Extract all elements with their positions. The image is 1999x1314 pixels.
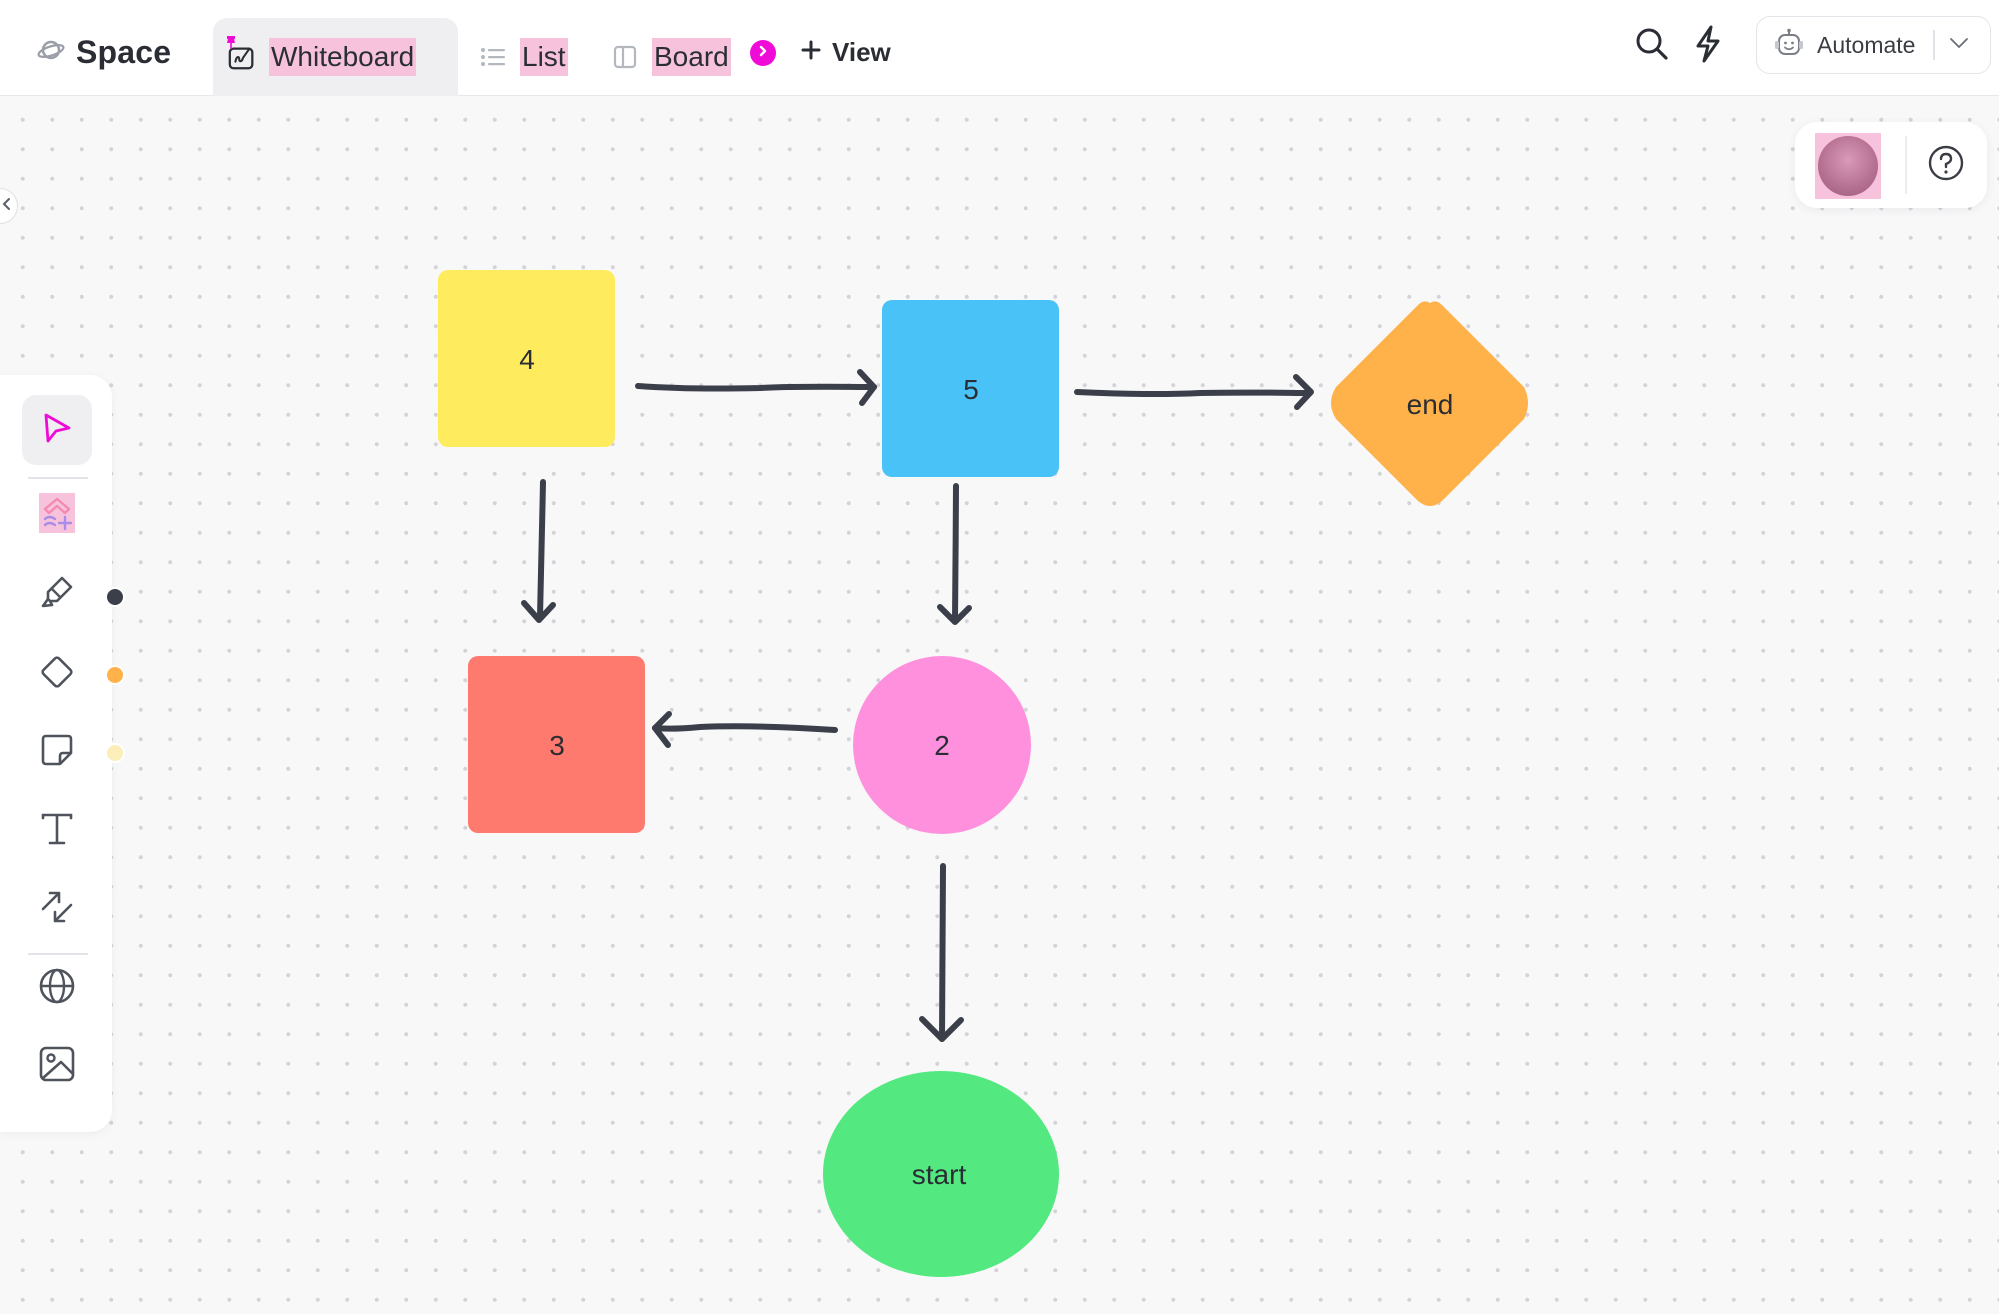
edge-2-to-3[interactable] [652, 711, 838, 748]
text-icon [37, 809, 77, 854]
cursor-icon [40, 411, 74, 450]
add-view-label: View [832, 36, 891, 67]
select-tool[interactable] [22, 395, 92, 465]
help-button[interactable] [1921, 140, 1971, 190]
pen-tool[interactable] [22, 560, 92, 630]
sticky-note-color-swatch[interactable] [105, 743, 125, 763]
avatar-photo [1818, 136, 1878, 196]
embed-tool[interactable] [22, 953, 92, 1023]
add-view-button[interactable]: View [800, 32, 891, 72]
edge-2-to-start[interactable] [919, 863, 964, 1042]
automate-label: Automate [1817, 31, 1916, 58]
flowchart-diagram: 4 5 end 3 2 start [438, 270, 1528, 1277]
whiteboard-canvas[interactable]: 4 5 end 3 2 start [0, 96, 1999, 1314]
automate-options-button[interactable] [1935, 17, 1983, 73]
diamond-shape-icon [37, 652, 77, 697]
space-label: Space [76, 33, 172, 70]
help-circle-icon [1927, 144, 1965, 187]
edge-4-to-3[interactable] [521, 479, 556, 623]
connector-tool[interactable] [22, 874, 92, 944]
node-2[interactable]: 2 [853, 656, 1031, 834]
automate-dropdown: Automate [1756, 16, 1991, 74]
shape-color-swatch[interactable] [105, 665, 125, 685]
templates-tool[interactable] [22, 478, 92, 548]
tab-board[interactable]: Board [610, 18, 731, 96]
pen-icon [37, 573, 77, 618]
tab-list[interactable]: List [478, 18, 568, 96]
space-breadcrumb[interactable]: Space [36, 30, 171, 74]
text-tool[interactable] [22, 796, 92, 866]
plus-icon [800, 39, 822, 66]
pin-icon [225, 36, 237, 55]
robot-icon [1773, 28, 1805, 63]
divider [1905, 136, 1907, 194]
node-start-label: start [912, 1159, 967, 1190]
node-start[interactable]: start [823, 1071, 1059, 1277]
node-3[interactable]: 3 [468, 656, 645, 833]
connector-arrows-icon [37, 887, 77, 932]
tab-label: Whiteboard [269, 38, 417, 76]
sticky-note-tool[interactable] [22, 717, 92, 787]
chevron-right-icon [757, 44, 769, 62]
templates-icon [39, 493, 75, 533]
node-4-label: 4 [519, 344, 535, 375]
user-avatar[interactable] [1815, 133, 1881, 199]
tab-whiteboard[interactable]: Whiteboard [213, 18, 458, 96]
whiteboard-toolbar [0, 375, 125, 1132]
board-icon [610, 42, 640, 72]
search-button[interactable] [1630, 24, 1674, 68]
sticky-note-icon [38, 731, 76, 774]
lightning-icon [1690, 23, 1726, 70]
whiteboard-icon [227, 36, 257, 72]
node-4[interactable]: 4 [438, 270, 615, 447]
shape-tool[interactable] [22, 639, 92, 709]
tab-label: List [520, 38, 568, 76]
edge-5-to-end[interactable] [1074, 374, 1314, 410]
node-5[interactable]: 5 [882, 300, 1059, 477]
pen-color-swatch[interactable] [105, 587, 125, 607]
chevron-left-icon [1, 197, 11, 216]
node-end[interactable]: end [1331, 301, 1528, 506]
node-2-label: 2 [934, 730, 950, 761]
more-views-button[interactable] [750, 40, 776, 66]
automations-lightning-button[interactable] [1686, 24, 1730, 68]
edge-5-to-2[interactable] [937, 483, 972, 625]
node-5-label: 5 [963, 374, 979, 405]
list-icon [478, 42, 508, 72]
top-bar: Space Whiteboard List Board View Automat… [0, 0, 1999, 96]
search-icon [1632, 24, 1672, 69]
tab-label: Board [652, 38, 731, 76]
image-icon [37, 1044, 77, 1089]
node-end-label: end [1407, 389, 1454, 420]
node-3-label: 3 [549, 730, 565, 761]
image-tool[interactable] [22, 1031, 92, 1101]
collaborators-panel [1795, 122, 1987, 208]
globe-icon [37, 966, 77, 1011]
edge-4-to-5[interactable] [635, 369, 877, 406]
chevron-down-icon [1949, 36, 1969, 54]
planet-icon [36, 38, 66, 67]
automate-button[interactable]: Automate [1757, 17, 1915, 73]
